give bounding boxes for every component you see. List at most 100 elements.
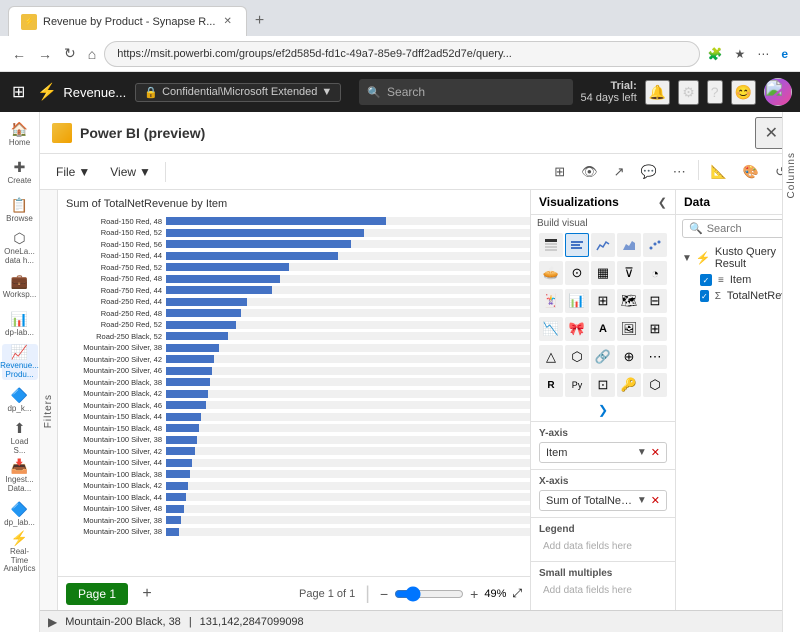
viz-shape-icon[interactable]: △ — [539, 345, 563, 369]
bar-fill — [166, 493, 186, 501]
add-page-button[interactable]: + — [134, 581, 160, 607]
bar-fill — [166, 459, 192, 467]
viz-ribbon-icon[interactable]: 🎀 — [565, 317, 589, 341]
toolbar-theme-icon[interactable]: 🎨 — [737, 160, 765, 184]
fit-page-button[interactable]: ⤢ — [512, 586, 522, 601]
toolbar-layout-icon[interactable]: 📐 — [705, 160, 733, 184]
viz-expand-button[interactable]: ❮ — [658, 196, 667, 209]
file-menu-button[interactable]: File ▼ — [48, 161, 98, 183]
viz-custom2-icon[interactable]: 🔗 — [591, 345, 615, 369]
page-1-tab[interactable]: Page 1 — [66, 583, 128, 605]
browser-tab-active[interactable]: ⚡ Revenue by Product - Synapse R... ✕ — [8, 6, 247, 36]
sidebar-item-dplab[interactable]: 📊 dp-lab... — [2, 306, 38, 342]
zoom-plus-button[interactable]: + — [470, 586, 478, 602]
toolbar-grid-icon[interactable]: ⊞ — [548, 160, 571, 184]
loads-icon: ⬆ — [14, 420, 26, 437]
user-avatar[interactable] — [764, 78, 792, 106]
viz-custom4-icon[interactable]: ⋯ — [643, 345, 667, 369]
bar-fill — [166, 275, 280, 283]
viz-slicer-icon[interactable]: ⊟ — [643, 289, 667, 313]
toolbar-share-icon[interactable]: ↗ — [608, 160, 631, 184]
viz-line-icon[interactable] — [591, 233, 615, 257]
sidebar-item-browse[interactable]: 📋 Browse — [2, 192, 38, 228]
extensions-button[interactable]: 🧩 — [704, 45, 727, 63]
settings-button[interactable]: ⚙ — [678, 80, 699, 105]
notification-button[interactable]: 🔔 — [645, 80, 670, 105]
sidebar-item-revenue[interactable]: 📈 Revenue... Produ... — [2, 344, 38, 380]
sidebar-item-realtime[interactable]: ⚡ Real-Time Analytics — [2, 534, 38, 570]
status-expand-icon[interactable]: ▶ — [48, 615, 57, 629]
grid-menu-icon[interactable]: ⊞ — [8, 78, 29, 106]
favorites-button[interactable]: ★ — [731, 45, 750, 63]
refresh-button[interactable]: ↻ — [60, 41, 80, 66]
y-axis-field[interactable]: Item ▼ ✕ — [539, 442, 667, 463]
viz-table-icon[interactable] — [539, 233, 563, 257]
view-menu-button[interactable]: View ▼ — [102, 161, 159, 183]
viz-key-icon[interactable]: 🔑 — [617, 373, 641, 397]
viz-panel-header: Visualizations ❮ — [531, 190, 675, 215]
columns-label[interactable]: Columns — [786, 152, 797, 198]
back-button[interactable]: ← — [8, 42, 30, 66]
viz-text-icon[interactable]: A — [591, 317, 615, 341]
filters-panel[interactable]: Filters — [40, 190, 58, 632]
viz-donut-icon[interactable]: ⊙ — [565, 261, 589, 285]
viz-waterfall-icon[interactable]: 📉 — [539, 317, 563, 341]
viz-map-icon[interactable]: 🗺 — [617, 289, 641, 313]
toolbar-eye-icon[interactable]: 👁 — [575, 160, 604, 184]
home-button[interactable]: ⌂ — [84, 42, 100, 66]
tab-close-btn[interactable]: ✕ — [221, 16, 233, 27]
viz-funnel-icon[interactable]: ⊽ — [617, 261, 641, 285]
viz-scatter-icon[interactable] — [643, 233, 667, 257]
sidebar-item-loads[interactable]: ⬆ Load S... — [2, 420, 38, 456]
zoom-minus-button[interactable]: − — [380, 586, 388, 602]
bar-fill — [166, 436, 197, 444]
y-axis-remove-icon[interactable]: ✕ — [651, 446, 660, 459]
sidebar-item-create[interactable]: ✚ Create — [2, 154, 38, 190]
viz-card-icon[interactable]: 🃏 — [539, 289, 563, 313]
browse-icon: 📋 — [11, 197, 28, 214]
viz-ai-icon[interactable]: ⬡ — [643, 373, 667, 397]
browser-menu-button[interactable]: ⋯ — [753, 45, 773, 63]
x-axis-remove-icon[interactable]: ✕ — [651, 494, 660, 507]
sidebar-item-ingest[interactable]: 📥 Ingest... Data... — [2, 458, 38, 494]
viz-kpi-icon[interactable]: 📊 — [565, 289, 589, 313]
viz-custom1-icon[interactable]: ⬡ — [565, 345, 589, 369]
confidential-badge[interactable]: 🔒 Confidential\Microsoft Extended ▼ — [135, 83, 341, 102]
viz-matrix-icon[interactable]: ⊞ — [591, 289, 615, 313]
bar-fill — [166, 344, 219, 352]
zoom-slider[interactable] — [394, 586, 464, 602]
sidebar-item-onelake[interactable]: ⬡ OneLa... data h... — [2, 230, 38, 266]
viz-py-icon[interactable]: Py — [565, 373, 589, 397]
help-button[interactable]: ? — [707, 80, 723, 104]
edge-icon-button[interactable]: e — [777, 45, 792, 63]
viz-more-button[interactable]: ❯ — [598, 403, 608, 417]
x-axis-field[interactable]: Sum of TotalNetReven... ▼ ✕ — [539, 490, 667, 511]
viz-qr-icon[interactable]: ⊞ — [643, 317, 667, 341]
new-tab-button[interactable]: + — [247, 8, 272, 34]
viz-area-icon[interactable] — [617, 233, 641, 257]
viz-gauge-icon[interactable]: ◔ — [643, 261, 667, 285]
search-bar[interactable]: 🔍 Search — [359, 79, 572, 105]
toolbar-more-icon[interactable]: ⋯ — [667, 160, 692, 184]
revenue-checkbox[interactable]: ✓ — [700, 290, 709, 302]
address-bar[interactable] — [104, 41, 699, 67]
viz-image-icon[interactable]: 🖼 — [617, 317, 641, 341]
viz-custom3-icon[interactable]: ⊕ — [617, 345, 641, 369]
sidebar-item-workspace[interactable]: 💼 Worksp... — [2, 268, 38, 304]
viz-pie-icon[interactable]: 🥧 — [539, 261, 563, 285]
forward-button[interactable]: → — [34, 42, 56, 66]
item-checkbox[interactable]: ✓ — [700, 274, 712, 286]
sidebar-item-dpk[interactable]: 🔷 dp_k... — [2, 382, 38, 418]
feedback-button[interactable]: 😊 — [731, 80, 756, 105]
viz-type-row-3: 🃏 📊 ⊞ 🗺 ⊟ — [531, 287, 675, 315]
sidebar-item-home[interactable]: 🏠 Home — [2, 116, 38, 152]
viz-decomp-icon[interactable]: ⊡ — [591, 373, 615, 397]
toolbar-chat-icon[interactable]: 💬 — [635, 160, 663, 184]
viz-r-icon[interactable]: R — [539, 373, 563, 397]
viz-bar-icon[interactable] — [565, 233, 589, 257]
view-label: View — [110, 165, 136, 179]
sidebar-item-dplabel[interactable]: 🔷 dp_lab... — [2, 496, 38, 532]
viz-treemap-icon[interactable]: ▦ — [591, 261, 615, 285]
columns-side-panel[interactable]: Columns — [782, 112, 800, 632]
status-value: 131,142,2847099098 — [200, 616, 304, 628]
